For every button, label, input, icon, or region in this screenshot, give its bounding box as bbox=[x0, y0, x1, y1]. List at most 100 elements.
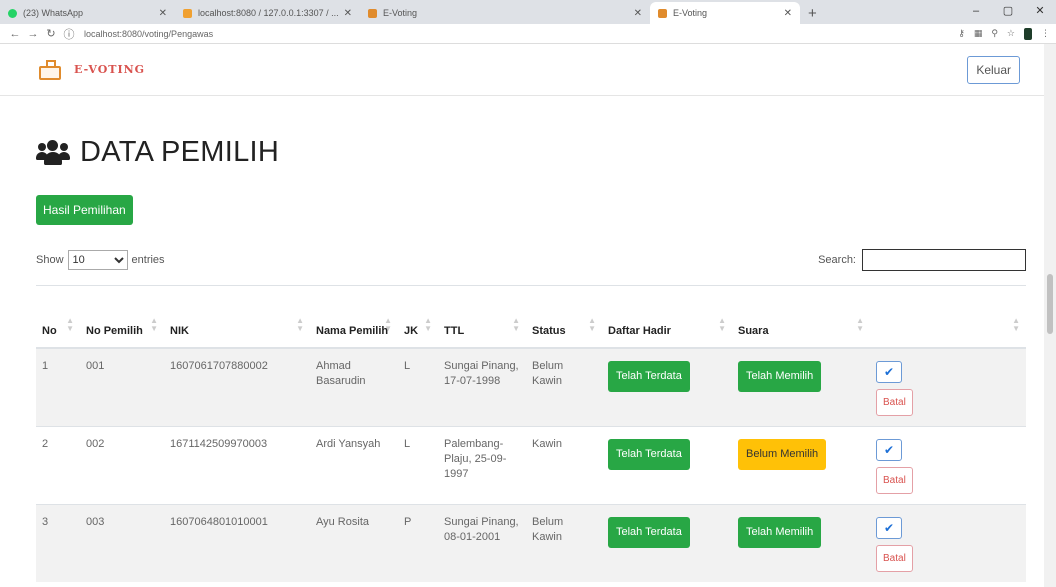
close-tab-icon[interactable]: ✕ bbox=[634, 8, 642, 19]
cell-nama: Ahmad Basarudin bbox=[310, 347, 398, 426]
confirm-check-button[interactable]: ✔ bbox=[876, 516, 902, 539]
attendance-button[interactable]: Telah Terdata bbox=[608, 438, 690, 470]
extension-icon[interactable] bbox=[1024, 27, 1032, 40]
cell-daftar-hadir: Telah Terdata bbox=[602, 425, 732, 504]
star-icon[interactable]: ☆ bbox=[1007, 28, 1015, 39]
cell-actions: ✔ Batal bbox=[870, 425, 1026, 504]
attendance-button[interactable]: Telah Terdata bbox=[608, 360, 690, 392]
cell-status: Kawin bbox=[526, 425, 602, 504]
main-content: DATA PEMILIH Hasil Pemilihan Show 10 ent… bbox=[0, 136, 1056, 582]
sort-icon: ▲ ▼ bbox=[588, 315, 596, 333]
entries-select[interactable]: 10 bbox=[67, 250, 128, 270]
search: Search: bbox=[818, 249, 1026, 271]
forward-icon[interactable]: → bbox=[24, 28, 42, 40]
search-input[interactable] bbox=[862, 249, 1026, 271]
attendance-button[interactable]: Telah Terdata bbox=[608, 516, 690, 548]
app-navbar: E-VOTING Keluar bbox=[0, 44, 1056, 96]
cell-actions: ✔ Batal bbox=[870, 347, 1026, 426]
cell-ttl: Palembang-Plaju, 25-09-1997 bbox=[438, 425, 526, 504]
close-tab-icon[interactable]: ✕ bbox=[159, 8, 167, 19]
table-row: 2 002 1671142509970003 Ardi Yansyah L Pa… bbox=[36, 425, 1026, 504]
table-row: 3 003 1607064801010001 Ayu Rosita P Sung… bbox=[36, 503, 1026, 582]
sort-icon: ▲ ▼ bbox=[718, 315, 726, 333]
column-header-no-pemilih[interactable]: No Pemilih ▲ ▼ bbox=[80, 285, 164, 349]
cell-nik: 1607064801010001 bbox=[164, 503, 310, 582]
cell-status: Belum Kawin bbox=[526, 347, 602, 426]
menu-icon[interactable]: ⋮ bbox=[1041, 28, 1050, 39]
close-tab-icon[interactable]: ✕ bbox=[344, 8, 352, 19]
tab-label: E-Voting bbox=[383, 8, 418, 18]
entries-label: entries bbox=[131, 254, 165, 266]
cell-no-pemilih: 002 bbox=[80, 425, 164, 504]
cell-nama: Ayu Rosita bbox=[310, 503, 398, 582]
back-icon[interactable]: ← bbox=[6, 28, 24, 40]
browser-tab-bar: (23) WhatsApp ✕ localhost:8080 / 127.0.0… bbox=[0, 0, 1056, 24]
cell-nik: 1607061707880002 bbox=[164, 347, 310, 426]
logout-button[interactable]: Keluar bbox=[967, 55, 1020, 84]
vote-status-button[interactable]: Telah Memilih bbox=[738, 360, 822, 392]
window-controls: – ▢ ✕ bbox=[960, 0, 1056, 24]
cell-nik: 1671142509970003 bbox=[164, 425, 310, 504]
column-header-suara[interactable]: Suara ▲ ▼ bbox=[732, 285, 870, 349]
key-icon[interactable]: ⚷ bbox=[958, 28, 965, 39]
evoting-favicon-icon bbox=[368, 8, 377, 18]
page-scrollbar[interactable] bbox=[1044, 44, 1056, 587]
cancel-button[interactable]: Batal bbox=[876, 388, 913, 416]
tab-label: E-Voting bbox=[673, 8, 708, 18]
browser-tab-evoting[interactable]: E-Voting ✕ bbox=[360, 2, 650, 24]
cell-jk: P bbox=[398, 503, 438, 582]
cell-daftar-hadir: Telah Terdata bbox=[602, 347, 732, 426]
sort-icon: ▲ ▼ bbox=[512, 315, 520, 333]
show-label: Show bbox=[36, 254, 64, 266]
vote-status-button[interactable]: Telah Memilih bbox=[738, 516, 822, 548]
column-header-jk[interactable]: JK ▲ ▼ bbox=[398, 285, 438, 349]
sort-icon: ▲ ▼ bbox=[66, 315, 74, 333]
cell-ttl: Sungai Pinang, 17-07-1998 bbox=[438, 347, 526, 426]
cancel-button[interactable]: Batal bbox=[876, 544, 913, 572]
translate-icon[interactable]: ▦ bbox=[974, 28, 983, 39]
table-controls: Show 10 entries Search: bbox=[36, 249, 1026, 271]
column-header-no[interactable]: No ▲ ▼ bbox=[36, 285, 80, 349]
cell-status: Belum Kawin bbox=[526, 503, 602, 582]
column-header-status[interactable]: Status ▲ ▼ bbox=[526, 285, 602, 349]
column-header-nik[interactable]: NIK ▲ ▼ bbox=[164, 285, 310, 349]
cancel-button[interactable]: Batal bbox=[876, 466, 913, 494]
browser-tab-whatsapp[interactable]: (23) WhatsApp ✕ bbox=[0, 2, 175, 24]
evoting-favicon-icon bbox=[658, 8, 667, 18]
zoom-icon[interactable]: ⚲ bbox=[991, 28, 998, 39]
page-heading: DATA PEMILIH bbox=[80, 136, 280, 168]
tab-label: localhost:8080 / 127.0.0.1:3307 / ... bbox=[198, 8, 339, 18]
sort-icon: ▲ ▼ bbox=[296, 315, 304, 333]
scrollbar-thumb[interactable] bbox=[1047, 274, 1053, 334]
results-button[interactable]: Hasil Pemilihan bbox=[36, 195, 133, 225]
column-header-nama[interactable]: Nama Pemilih ▲ ▼ bbox=[310, 285, 398, 349]
confirm-check-button[interactable]: ✔ bbox=[876, 360, 902, 383]
url-input[interactable]: localhost:8080/voting/Pengawas bbox=[84, 29, 213, 39]
close-tab-icon[interactable]: ✕ bbox=[784, 8, 792, 19]
page-title: DATA PEMILIH bbox=[36, 136, 1026, 169]
brand[interactable]: E-VOTING bbox=[36, 59, 145, 81]
close-window-icon[interactable]: ✕ bbox=[1024, 0, 1056, 24]
cell-no: 1 bbox=[36, 347, 80, 426]
info-icon[interactable]: ⓘ bbox=[60, 26, 78, 42]
cell-nama: Ardi Yansyah bbox=[310, 425, 398, 504]
reload-icon[interactable]: ↻ bbox=[42, 27, 60, 40]
sort-icon: ▲ ▼ bbox=[384, 315, 392, 333]
column-header-actions[interactable]: ▲ ▼ bbox=[870, 285, 1026, 349]
search-label: Search: bbox=[818, 254, 856, 266]
column-header-ttl[interactable]: TTL ▲ ▼ bbox=[438, 285, 526, 349]
brand-name: E-VOTING bbox=[74, 63, 146, 76]
column-header-daftar-hadir[interactable]: Daftar Hadir ▲ ▼ bbox=[602, 285, 732, 349]
browser-tab-evoting-active[interactable]: E-Voting ✕ bbox=[650, 2, 800, 24]
ballot-box-icon bbox=[36, 59, 66, 81]
vote-status-button[interactable]: Belum Memilih bbox=[738, 438, 827, 470]
cell-daftar-hadir: Telah Terdata bbox=[602, 503, 732, 582]
minimize-icon[interactable]: – bbox=[960, 0, 992, 24]
new-tab-button[interactable]: + bbox=[800, 2, 825, 24]
cell-no: 2 bbox=[36, 425, 80, 504]
maximize-icon[interactable]: ▢ bbox=[992, 0, 1024, 24]
cell-actions: ✔ Batal bbox=[870, 503, 1026, 582]
phpmyadmin-favicon-icon bbox=[183, 8, 192, 18]
browser-tab-phpmyadmin[interactable]: localhost:8080 / 127.0.0.1:3307 / ... ✕ bbox=[175, 2, 360, 24]
confirm-check-button[interactable]: ✔ bbox=[876, 438, 902, 461]
